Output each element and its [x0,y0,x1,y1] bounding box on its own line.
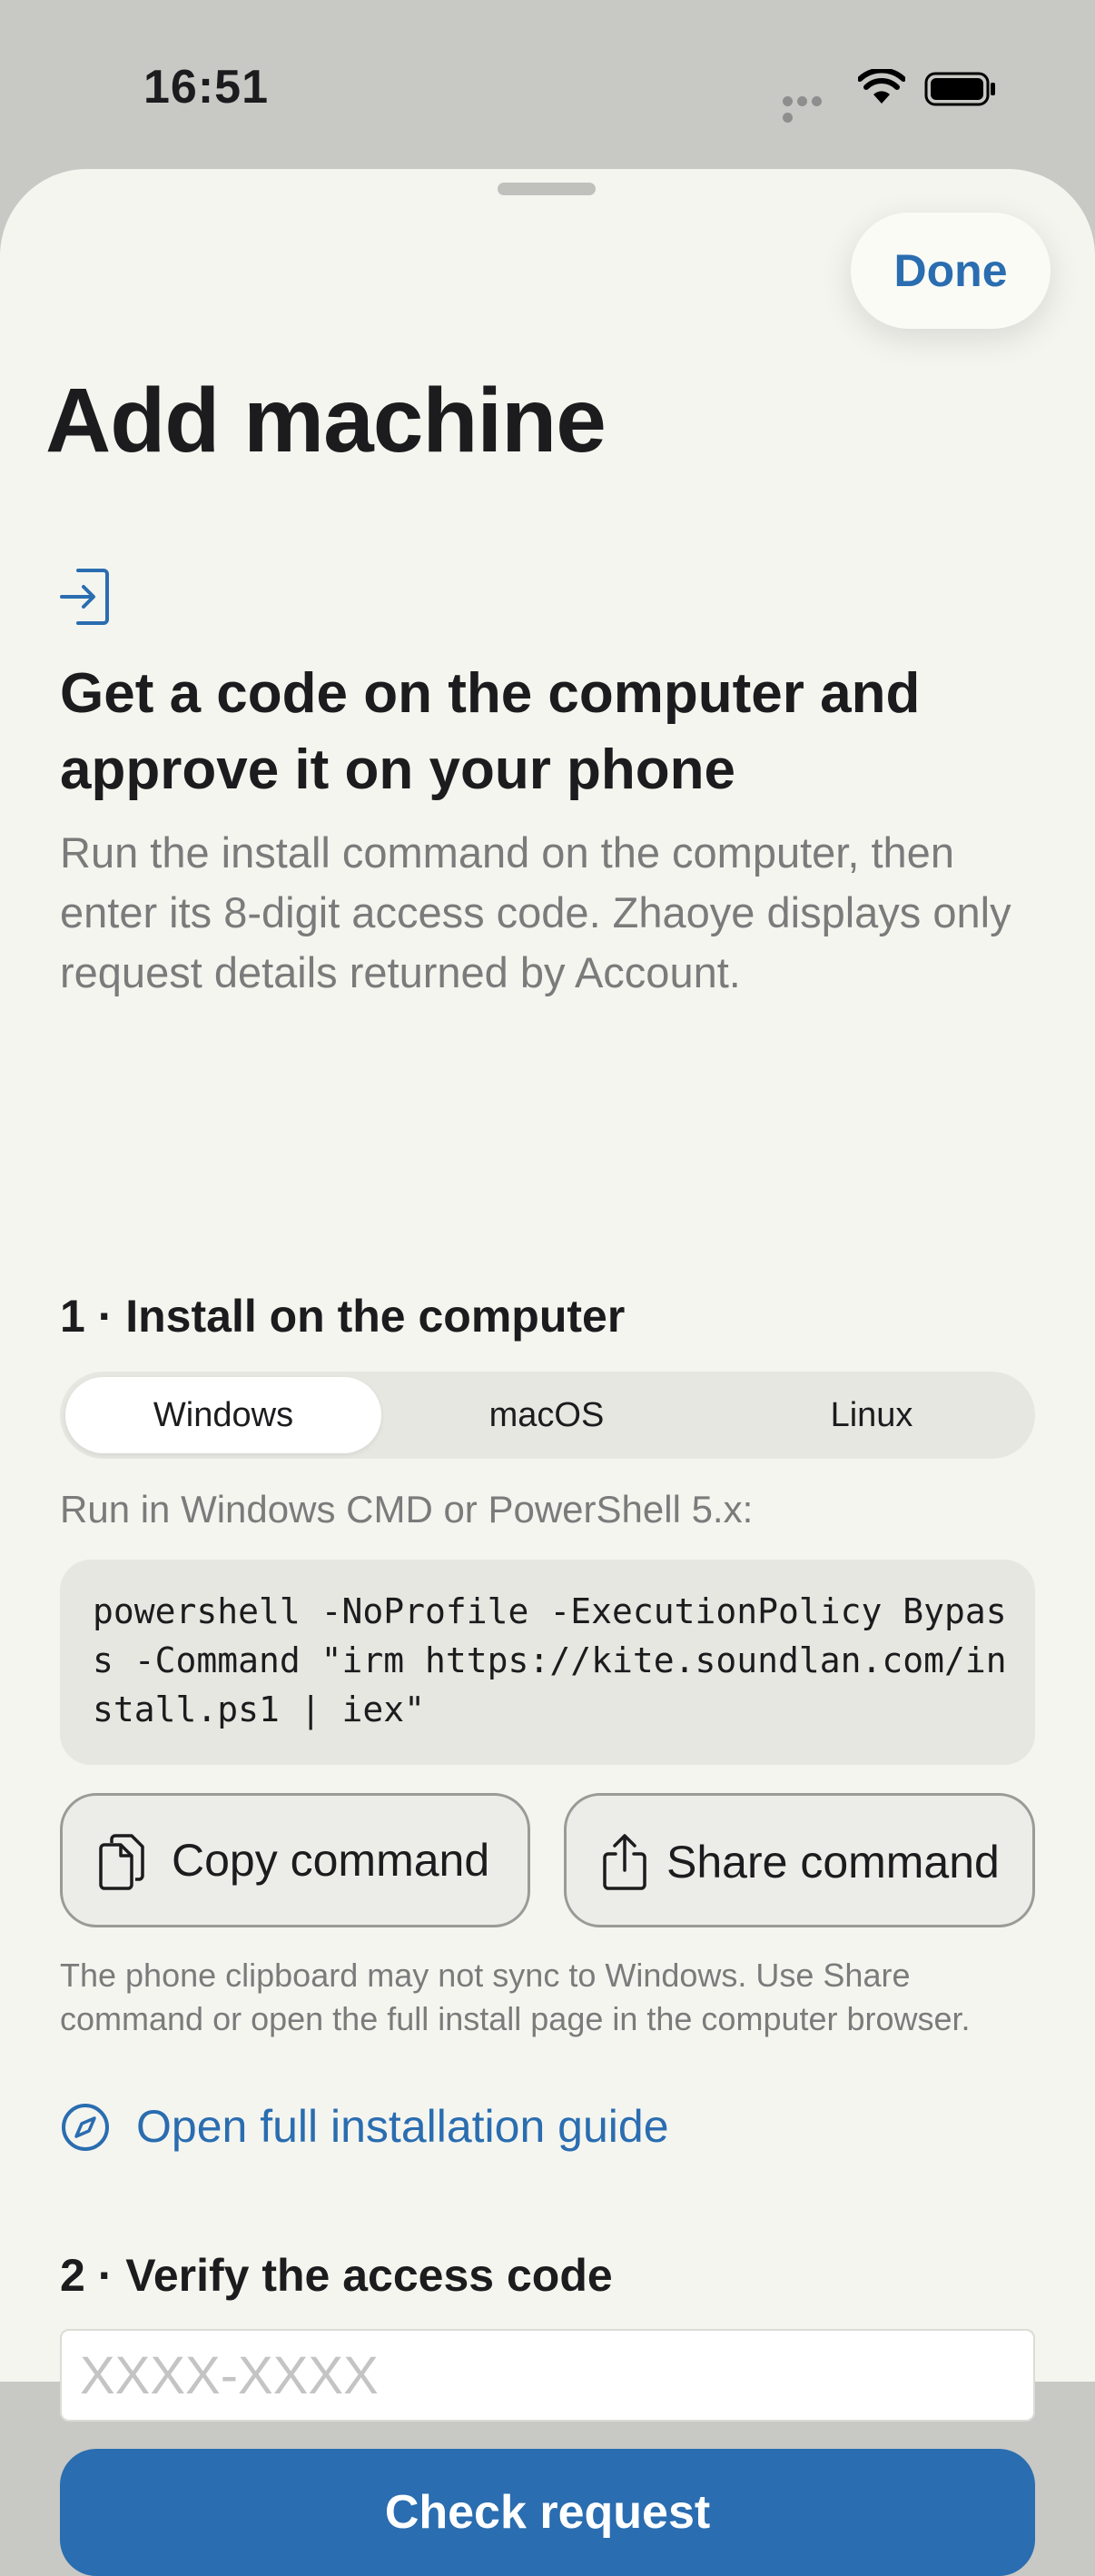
add-machine-sheet: Done Add machine Get a code on the compu… [0,169,1095,2576]
installation-guide-label: Open full installation guide [136,2101,669,2152]
wifi-icon [858,69,905,104]
status-bar: 16:51 [0,0,1095,173]
done-button[interactable]: Done [851,213,1051,329]
page-title: Add machine [45,370,607,471]
cellular-signal-icon [783,94,839,123]
status-time: 16:51 [143,61,269,114]
segment-windows[interactable]: Windows [65,1377,381,1453]
segment-linux[interactable]: Linux [714,1377,1030,1453]
platform-segmented-control: Windows macOS Linux [60,1372,1035,1459]
clipboard-note: The phone clipboard may not sync to Wind… [60,1957,971,2037]
segment-macos[interactable]: macOS [389,1377,705,1453]
share-command-label: Share command [666,1837,1000,1887]
step2-title: 2 · Verify the access code [60,2250,613,2301]
battery-icon [924,72,995,106]
access-code-input[interactable] [60,2329,1035,2422]
run-hint: Run in Windows CMD or PowerShell 5.x: [60,1488,754,1531]
step1-title: 1 · Install on the computer [60,1291,626,1342]
copy-icon [99,1834,144,1890]
intro-heading: Get a code on the computer and approve i… [60,662,921,801]
compass-icon [62,2104,109,2151]
share-command-button[interactable]: Share command [564,1793,1035,1927]
check-request-button[interactable]: Check request [60,2449,1035,2576]
sheet-grabber[interactable] [498,183,596,195]
intro-description: Run the install command on the computer,… [60,828,1011,996]
command-box[interactable]: powershell -NoProfile -ExecutionPolicy B… [60,1560,1035,1765]
copy-command-button[interactable]: Copy command [60,1793,530,1927]
share-icon [603,1834,646,1890]
enter-icon [60,569,109,625]
install-command[interactable]: powershell -NoProfile -ExecutionPolicy B… [93,1587,1010,1734]
copy-command-label: Copy command [172,1835,490,1886]
